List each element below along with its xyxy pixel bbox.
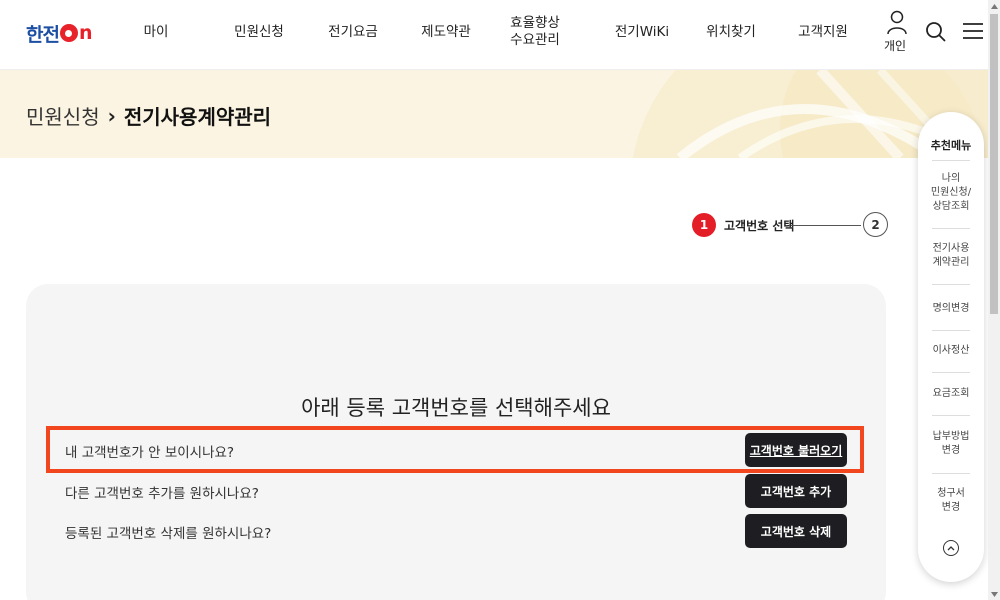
quick-item-bill-inquiry[interactable]: 요금조회 [928,387,974,401]
quick-divider [932,372,970,373]
nav-support-label: 고객지원 [798,23,848,40]
nav-electric-rates[interactable]: 전기요금 [318,0,388,64]
quick-item-move-settlement-l1: 이사정산 [932,345,970,356]
nav-support[interactable]: 고객지원 [788,0,858,64]
quick-item-name-change-l1: 명의변경 [932,303,970,314]
logo-text: 한전 [26,23,60,46]
quick-item-my-requests-l3: 상담조회 [932,201,970,212]
breadcrumb-current: 전기사용계약관리 [123,105,272,129]
delete-customer-number-button[interactable]: 고객번호 삭제 [745,514,847,548]
quick-item-move-settlement[interactable]: 이사정산 [928,344,974,358]
logo-o-icon [59,24,78,42]
card-title: 아래 등록 고객번호를 선택해주세요 [301,396,611,420]
nav-wiki-label: 전기WiKi [614,23,670,40]
nav-location-label: 위치찾기 [706,23,756,40]
step-2-indicator: 2 [863,212,888,237]
quick-item-name-change[interactable]: 명의변경 [928,302,974,316]
quick-divider [932,415,970,416]
nav-efficiency-label-1: 효율향상 [510,15,560,32]
person-icon[interactable] [886,10,908,36]
quick-item-invoice-change[interactable]: 청구서 변경 [928,487,974,515]
quick-item-payment-method[interactable]: 납부방법 변경 [928,430,974,458]
nav-location[interactable]: 위치찾기 [696,0,766,64]
breadcrumb-parent[interactable]: 민원신청 [26,101,100,130]
add-customer-number-label: 고객번호 추가 [760,484,832,499]
nav-my-label: 마이 [143,23,169,40]
delete-customer-number-label: 고객번호 삭제 [760,524,832,539]
quick-divider [932,473,970,474]
logo-on-mark: n [59,22,93,44]
row-text-add: 다른 고객번호 추가를 원하시나요? [65,486,259,502]
quick-menu-title: 추천메뉴 [930,139,972,152]
hamburger-menu-icon[interactable] [963,22,983,40]
step-1-label: 고객번호 선택 [724,219,795,233]
chevron-up-icon [947,546,955,551]
nav-electric-rates-label: 전기요금 [328,23,378,40]
nav-efficiency-label-2: 수요관리 [510,32,560,48]
highlight-annotation [46,426,864,473]
recommended-quick-menu: 추천메뉴 나의 민원신청/ 상담조회 전기사용 계약관리 명의변경 이사정산 요… [918,112,984,582]
quick-divider [932,160,970,161]
breadcrumb: 민원신청 › 전기사용계약관리 [26,101,271,130]
search-icon[interactable] [925,21,947,43]
quick-item-my-requests[interactable]: 나의 민원신청/ 상담조회 [928,172,974,214]
banner-decoration [632,70,988,158]
quick-item-contract[interactable]: 전기사용 계약관리 [928,242,974,270]
kepco-on-logo[interactable]: 한전 n [26,20,93,46]
add-customer-number-button[interactable]: 고객번호 추가 [745,474,847,508]
nav-civil-request[interactable]: 민원신청 [224,0,294,64]
nav-civil-request-label: 민원신청 [234,23,284,40]
quick-item-contract-l2: 계약관리 [932,257,970,268]
quick-item-payment-method-l2: 변경 [941,445,961,456]
scroll-top-chevron-up-icon[interactable] [943,540,959,556]
nav-my[interactable]: 마이 [130,0,182,64]
quick-item-my-requests-l1: 나의 [941,173,961,184]
site-header: 한전 n 마이 민원신청 전기요금 제도약관 효율향상 수요관리 전기WiKi … [0,0,988,70]
quick-item-invoice-change-l1: 청구서 [937,488,965,499]
quick-item-payment-method-l1: 납부방법 [932,431,970,442]
quick-item-contract-l1: 전기사용 [932,243,970,254]
scroll-down-arrow-icon[interactable] [988,588,1000,600]
quick-divider [932,228,970,229]
row-text-delete: 등록된 고객번호 삭제를 원하시나요? [65,526,272,542]
quick-divider [932,330,970,331]
nav-terms[interactable]: 제도약관 [411,0,481,64]
quick-item-my-requests-l2: 민원신청/ [930,187,972,198]
nav-terms-label: 제도약관 [421,23,471,40]
page-scrollbar-thumb[interactable] [990,14,998,314]
step-1-indicator: 1 [692,213,716,237]
quick-divider [932,284,970,285]
nav-efficiency[interactable]: 효율향상 수요관리 [500,0,570,64]
nav-wiki[interactable]: 전기WiKi [606,0,678,64]
person-label[interactable]: 개인 [884,37,906,54]
logo-n-text: n [78,22,93,44]
step-connector [791,225,861,226]
quick-item-invoice-change-l2: 변경 [941,502,961,513]
quick-item-bill-inquiry-l1: 요금조회 [932,388,970,399]
breadcrumb-chevron-icon: › [107,103,116,128]
scroll-up-arrow-icon[interactable] [988,0,1000,12]
